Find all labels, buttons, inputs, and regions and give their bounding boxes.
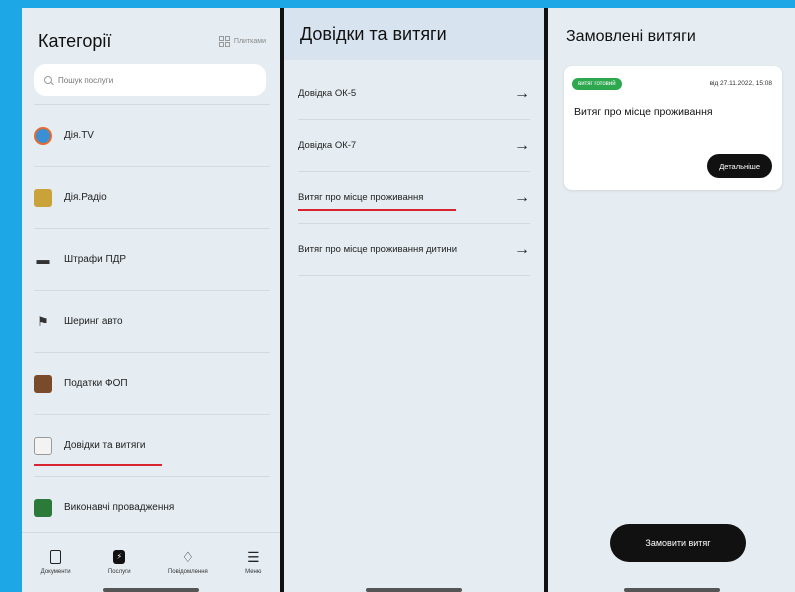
documents-panel: Довідки та витяги Довідка ОК-5 → Довідка… xyxy=(284,8,544,592)
services-icon: ⚡ xyxy=(113,549,126,564)
search-icon xyxy=(44,76,52,84)
document-label: Довідка ОК-5 xyxy=(298,88,357,99)
bell-icon: ♢ xyxy=(181,548,195,565)
category-label: Виконавчі провадження xyxy=(64,502,175,513)
home-indicator xyxy=(623,588,720,592)
tab-services[interactable]: ⚡ Послуги xyxy=(108,549,131,575)
tab-notifications[interactable]: ♢ Повідомлення xyxy=(168,549,208,575)
categories-title: Категорії xyxy=(38,30,112,51)
menu-icon: ☰ xyxy=(246,548,260,565)
bottom-tab-bar: Документи ⚡ Послуги ♢ Повідомлення ☰ Мен… xyxy=(22,532,280,584)
tiles-label: Плитками xyxy=(233,37,266,45)
category-item-enforcement[interactable]: Виконавчі провадження xyxy=(34,476,270,538)
search-box[interactable] xyxy=(34,64,266,96)
category-list: Дія.TV Дія.Радіо ▬ Штрафи ПДР ⚑ Шеринг а… xyxy=(34,104,270,538)
arrow-right-icon: → xyxy=(514,136,530,154)
document-icon xyxy=(34,436,52,455)
category-item-dia-radio[interactable]: Дія.Радіо xyxy=(34,166,270,228)
order-title: Витяг про місце проживання xyxy=(574,106,713,118)
orders-panel: Замовлені витяги витяг готовий від 27.11… xyxy=(548,8,795,592)
category-item-dia-tv[interactable]: Дія.TV xyxy=(34,104,270,166)
document-label: Витяг про місце проживання xyxy=(298,192,424,203)
tab-label: Повідомлення xyxy=(167,568,208,575)
tiles-toggle[interactable]: Плитками xyxy=(218,35,266,47)
radio-icon xyxy=(34,188,52,207)
grid-icon xyxy=(218,35,230,47)
document-label: Витяг про місце проживання дитини xyxy=(298,244,458,255)
search-input[interactable] xyxy=(58,75,258,85)
car-icon: ▬ xyxy=(36,252,50,267)
categories-header: Категорії Плитками xyxy=(38,26,266,56)
category-label: Штрафи ПДР xyxy=(64,254,127,265)
tab-documents[interactable]: Документи xyxy=(41,549,71,575)
order-card[interactable]: витяг готовий від 27.11.2022, 15:08 Витя… xyxy=(564,66,782,190)
category-label: Довідки та витяги xyxy=(64,440,146,451)
tab-label: Документи xyxy=(40,568,71,575)
category-item-fop-taxes[interactable]: Податки ФОП xyxy=(34,352,270,414)
category-label: Податки ФОП xyxy=(64,378,128,389)
category-label: Шеринг авто xyxy=(64,316,123,327)
tab-label: Меню xyxy=(245,568,262,575)
arrow-right-icon: → xyxy=(514,188,530,206)
courthouse-icon xyxy=(34,498,52,517)
arrow-right-icon: → xyxy=(514,240,530,258)
status-badge: витяг готовий xyxy=(572,78,622,90)
selected-underline xyxy=(34,464,162,466)
document-item-ok7[interactable]: Довідка ОК-7 → xyxy=(298,120,530,172)
documents-title: Довідки та витяги xyxy=(300,23,447,44)
category-item-certificates[interactable]: Довідки та витяги xyxy=(34,414,270,476)
document-item-ok5[interactable]: Довідка ОК-5 → xyxy=(298,68,530,120)
category-label: Дія.TV xyxy=(64,130,94,141)
category-label: Дія.Радіо xyxy=(64,192,107,203)
documents-header: Довідки та витяги xyxy=(284,8,544,60)
tab-menu[interactable]: ☰ Меню xyxy=(245,549,261,575)
documents-icon xyxy=(50,549,62,564)
orders-title: Замовлені витяги xyxy=(566,28,696,45)
tv-icon xyxy=(34,126,52,145)
category-item-traffic-fines[interactable]: ▬ Штрафи ПДР xyxy=(34,228,270,290)
category-item-car-sharing[interactable]: ⚑ Шеринг авто xyxy=(34,290,270,352)
briefcase-icon xyxy=(34,374,52,393)
home-indicator xyxy=(103,588,199,592)
document-item-residence[interactable]: Витяг про місце проживання → xyxy=(298,172,530,224)
documents-list: Довідка ОК-5 → Довідка ОК-7 → Витяг про … xyxy=(298,68,530,276)
order-extract-button[interactable]: Замовити витяг xyxy=(610,524,746,562)
document-label: Довідка ОК-7 xyxy=(298,140,357,151)
arrow-right-icon: → xyxy=(514,84,530,102)
selected-underline xyxy=(298,209,456,211)
home-indicator xyxy=(366,588,462,592)
details-button[interactable]: Детальніше xyxy=(707,154,772,178)
tab-label: Послуги xyxy=(107,568,131,575)
document-item-child-residence[interactable]: Витяг про місце проживання дитини → xyxy=(298,224,530,276)
categories-panel: Категорії Плитками Дія.TV Дія.Радіо ▬ Шт… xyxy=(22,8,280,592)
order-date: від 27.11.2022, 15:08 xyxy=(709,80,772,87)
checkered-flag-icon: ⚑ xyxy=(37,313,49,329)
